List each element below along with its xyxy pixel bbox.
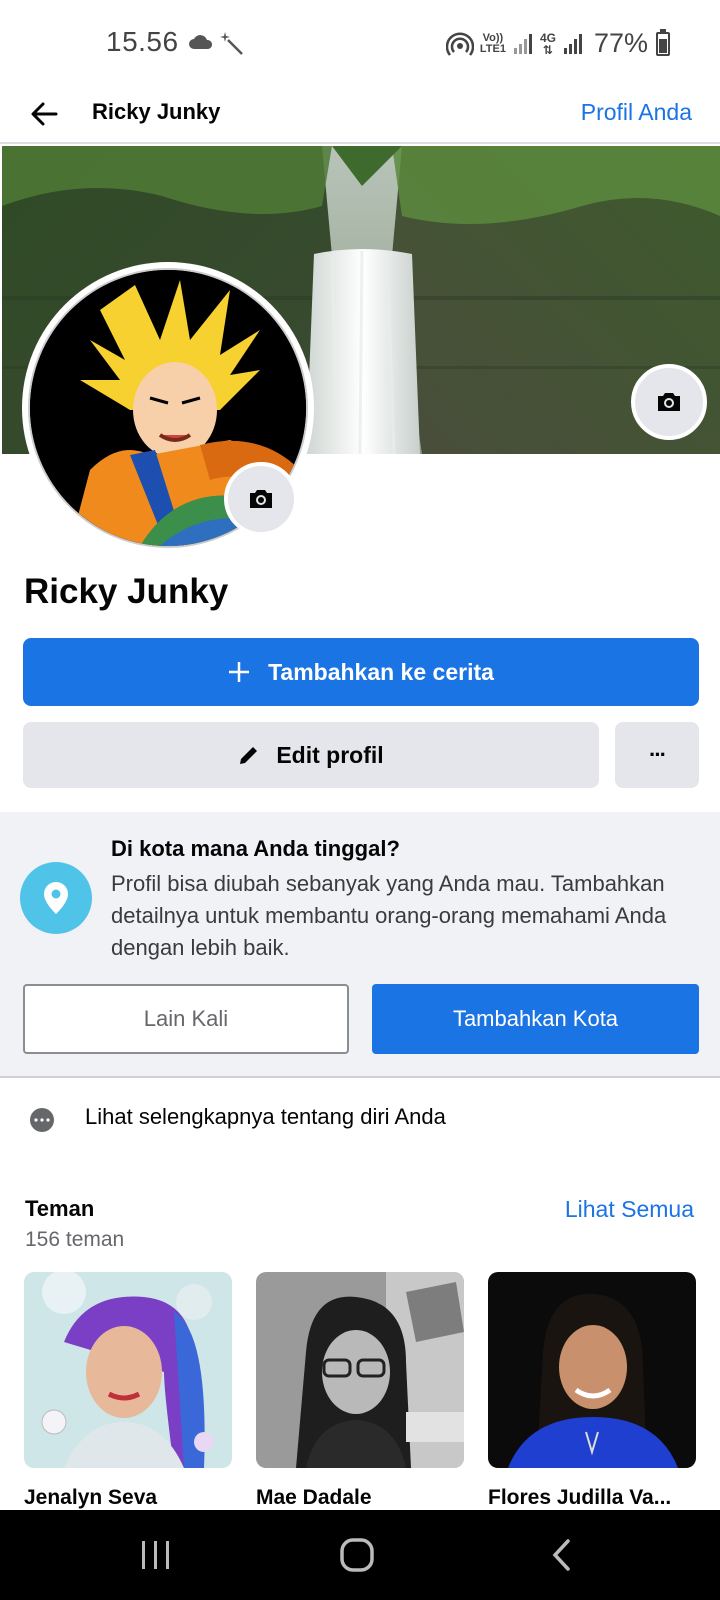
friend-photo — [256, 1272, 464, 1468]
hotspot-icon — [445, 31, 474, 56]
see-all-friends-link[interactable]: Lihat Semua — [565, 1196, 694, 1223]
header-title: Ricky Junky — [92, 99, 221, 124]
magic-wand-icon — [220, 32, 243, 55]
more-dots-icon — [30, 1108, 54, 1132]
camera-icon — [250, 490, 272, 508]
city-prompt-card: Di kota mana Anda tinggal? Profil bisa d… — [0, 812, 720, 1078]
back-button[interactable] — [532, 1530, 592, 1580]
edit-cover-camera-button[interactable] — [631, 364, 707, 440]
home-button[interactable] — [327, 1530, 387, 1580]
later-button[interactable]: Lain Kali — [23, 984, 349, 1054]
top-app-bar: Ricky Junky Profil Anda — [0, 86, 720, 144]
location-pin-icon — [20, 862, 92, 934]
friend-card[interactable]: Jenalyn Seva — [24, 1272, 232, 1510]
your-profile-link[interactable]: Profil Anda — [581, 92, 692, 132]
prompt-title: Di kota mana Anda tinggal? — [111, 836, 400, 861]
signal-icon-2 — [563, 33, 582, 54]
status-icons: Vo)) LTE1 4G ⇅ 77% — [445, 28, 670, 59]
status-time: 15.56 — [106, 26, 179, 57]
plus-icon — [229, 662, 250, 682]
profile-name: Ricky Junky — [24, 572, 229, 611]
friend-card[interactable]: Mae Dadale — [256, 1272, 464, 1510]
cloud-icon — [189, 35, 213, 49]
camera-icon — [658, 393, 680, 411]
prompt-description: Profil bisa diubah sebanyak yang Anda ma… — [111, 871, 667, 960]
add-to-story-button[interactable]: Tambahkan ke cerita — [23, 638, 699, 706]
friend-photo — [24, 1272, 232, 1468]
more-options-button[interactable]: ··· — [615, 722, 699, 788]
battery-percent: 77% — [593, 28, 648, 58]
friend-photo — [488, 1272, 696, 1468]
friend-name: Flores Judilla Va... — [488, 1486, 672, 1509]
recent-apps-icon — [142, 1541, 169, 1569]
friends-section-title: Teman — [25, 1196, 95, 1221]
pencil-icon — [240, 747, 258, 764]
system-navigation-bar — [0, 1510, 720, 1600]
friend-name: Jenalyn Seva — [24, 1486, 158, 1509]
friend-card[interactable]: Flores Judilla Va... — [488, 1272, 696, 1510]
signal-icon — [513, 33, 532, 54]
battery-icon — [656, 28, 670, 56]
recent-apps-button[interactable] — [126, 1530, 186, 1580]
see-more-about-text: Lihat selengkapnya tentang diri Anda — [85, 1104, 446, 1129]
friends-count: 156 teman — [25, 1228, 125, 1251]
see-more-about-row[interactable]: Lihat selengkapnya tentang diri Anda — [0, 1090, 720, 1148]
friend-name: Mae Dadale — [256, 1486, 372, 1509]
back-chevron-icon — [552, 1539, 570, 1571]
add-city-button[interactable]: Tambahkan Kota — [372, 984, 699, 1054]
edit-avatar-camera-button[interactable] — [224, 462, 298, 536]
network-indicator: 4G ⇅ — [539, 30, 556, 57]
edit-profile-button[interactable]: Edit profil — [23, 722, 599, 788]
add-to-story-label: Tambahkan ke cerita — [268, 658, 494, 685]
arrow-left-icon[interactable] — [26, 94, 66, 134]
home-icon — [340, 1538, 374, 1572]
volte-indicator: Vo)) LTE1 — [479, 31, 506, 55]
edit-profile-label: Edit profil — [276, 741, 384, 768]
more-dots-icon: ··· — [649, 742, 667, 767]
status-bar: 15.56 Vo)) LTE1 4G ⇅ 77% — [0, 0, 720, 86]
